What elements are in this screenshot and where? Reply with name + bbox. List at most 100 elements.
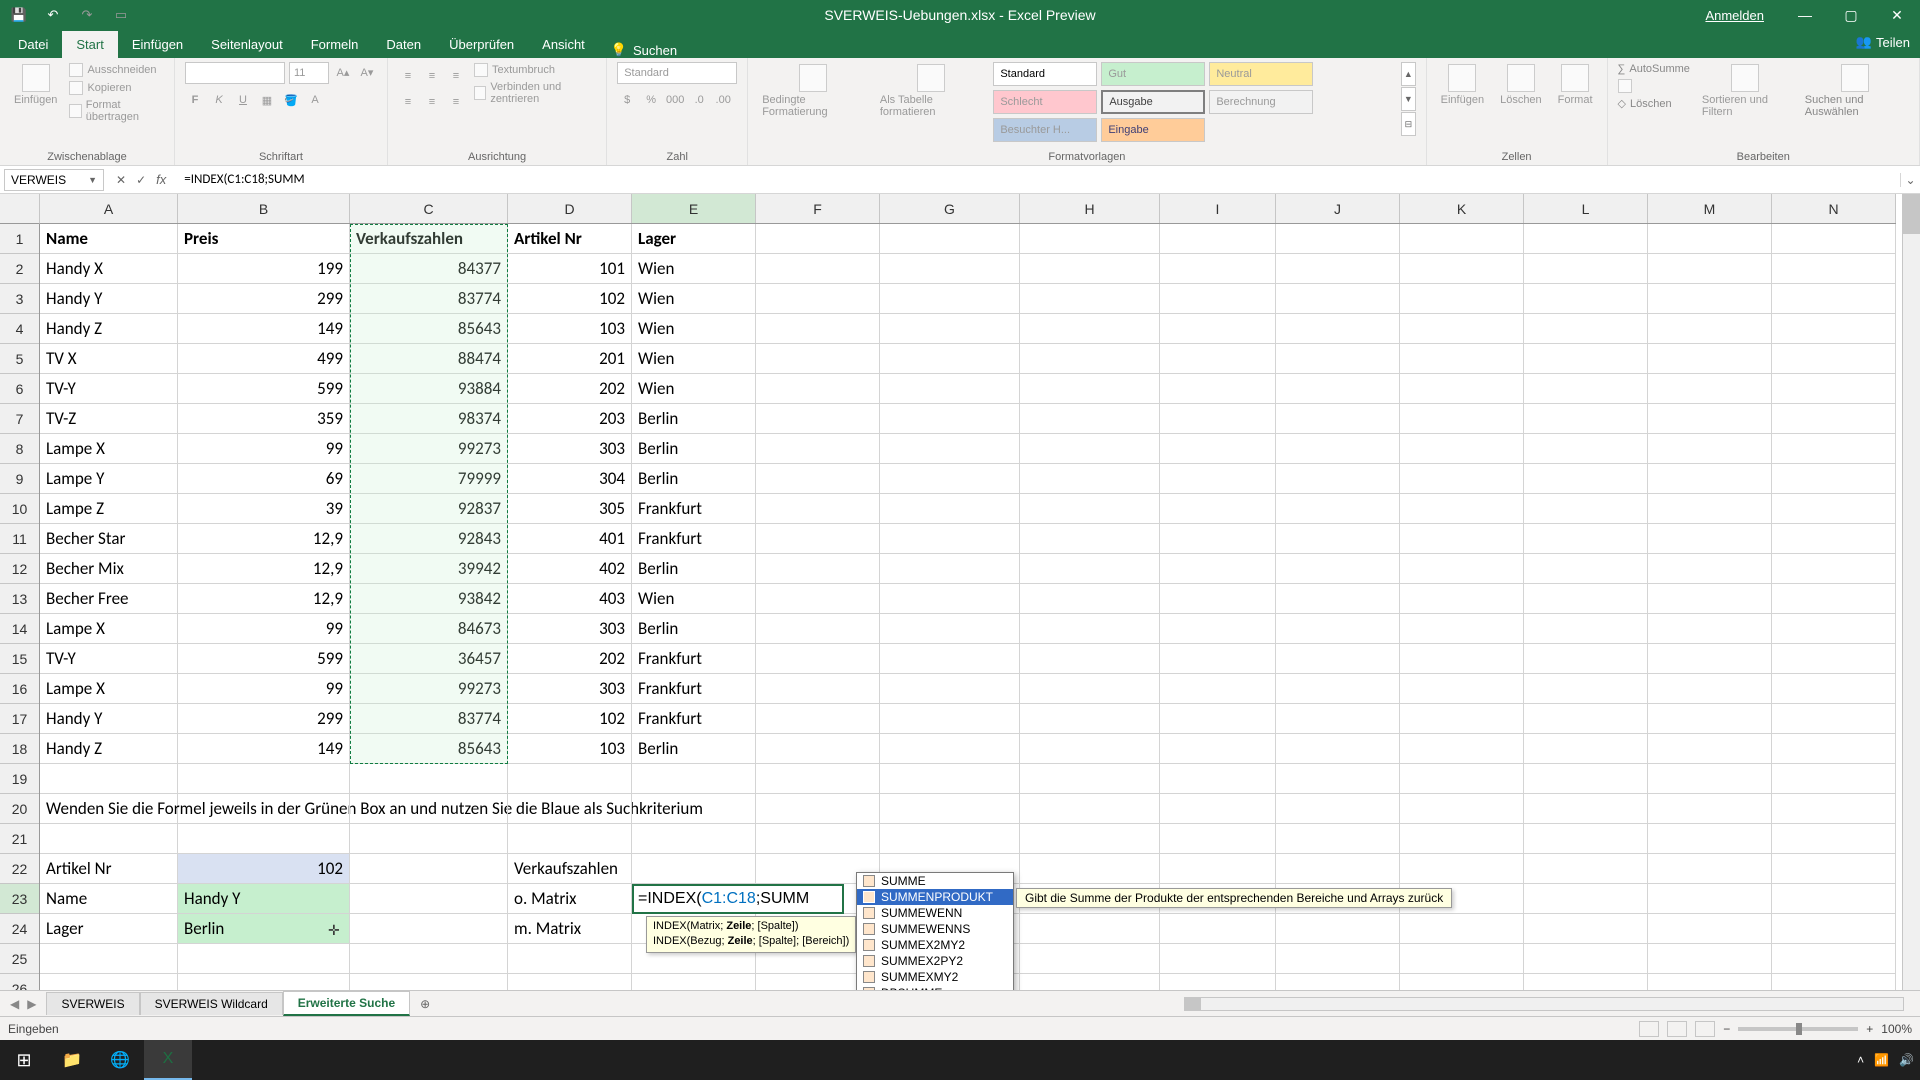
cell-C14[interactable]: 84673 <box>350 614 508 644</box>
cell-H8[interactable] <box>1020 434 1160 464</box>
taskbar-explorer[interactable]: 📁 <box>48 1040 96 1080</box>
cell-F8[interactable] <box>756 434 880 464</box>
cell-L17[interactable] <box>1524 704 1648 734</box>
cell-J14[interactable] <box>1276 614 1400 644</box>
cell-K6[interactable] <box>1400 374 1524 404</box>
cell-B7[interactable]: 359 <box>178 404 350 434</box>
cell-N9[interactable] <box>1772 464 1896 494</box>
cell-F15[interactable] <box>756 644 880 674</box>
cell-E5[interactable]: Wien <box>632 344 756 374</box>
percent-button[interactable]: % <box>641 90 661 110</box>
cell-E7[interactable]: Berlin <box>632 404 756 434</box>
cell-I4[interactable] <box>1160 314 1276 344</box>
cell-G6[interactable] <box>880 374 1020 404</box>
cell-H17[interactable] <box>1020 704 1160 734</box>
cell-L14[interactable] <box>1524 614 1648 644</box>
cell-E17[interactable]: Frankfurt <box>632 704 756 734</box>
cell-H24[interactable] <box>1020 914 1160 944</box>
cell-I15[interactable] <box>1160 644 1276 674</box>
cell-F21[interactable] <box>756 824 880 854</box>
accept-formula-button[interactable]: ✓ <box>136 173 146 187</box>
cell-M18[interactable] <box>1648 734 1772 764</box>
row-header-3[interactable]: 3 <box>0 284 39 314</box>
select-all-corner[interactable] <box>0 194 40 224</box>
cell-G11[interactable] <box>880 524 1020 554</box>
autocomplete-item[interactable]: SUMMEWENNS <box>857 921 1013 937</box>
cell-D2[interactable]: 101 <box>508 254 632 284</box>
sheet-nav-prev[interactable]: ◀ <box>10 997 19 1011</box>
cell-styles-gallery[interactable]: Standard Gut Neutral Schlecht Ausgabe Be… <box>993 62 1393 142</box>
delete-cells-button[interactable]: Löschen <box>1496 62 1546 108</box>
cell-H5[interactable] <box>1020 344 1160 374</box>
cell-F3[interactable] <box>756 284 880 314</box>
row-header-19[interactable]: 19 <box>0 764 39 794</box>
cell-M21[interactable] <box>1648 824 1772 854</box>
style-eingabe[interactable]: Eingabe <box>1101 118 1205 142</box>
cell-M2[interactable] <box>1648 254 1772 284</box>
cell-D15[interactable]: 202 <box>508 644 632 674</box>
zoom-level[interactable]: 100% <box>1881 1022 1912 1036</box>
cell-K1[interactable] <box>1400 224 1524 254</box>
cell-D5[interactable]: 201 <box>508 344 632 374</box>
cell-G10[interactable] <box>880 494 1020 524</box>
column-header-K[interactable]: K <box>1400 194 1524 223</box>
cell-D22[interactable]: Verkaufszahlen <box>508 854 632 884</box>
cell-E22[interactable] <box>632 854 756 884</box>
sort-filter-button[interactable]: Sortieren und Filtern <box>1698 62 1793 120</box>
cell-K10[interactable] <box>1400 494 1524 524</box>
cell-C15[interactable]: 36457 <box>350 644 508 674</box>
cell-B11[interactable]: 12,9 <box>178 524 350 554</box>
row-header-15[interactable]: 15 <box>0 644 39 674</box>
cell-B18[interactable]: 149 <box>178 734 350 764</box>
cell-J21[interactable] <box>1276 824 1400 854</box>
column-header-D[interactable]: D <box>508 194 632 223</box>
cell-A19[interactable] <box>40 764 178 794</box>
fx-icon[interactable]: fx <box>156 172 166 187</box>
align-center[interactable]: ≡ <box>422 92 442 112</box>
cell-B22[interactable]: 102 <box>178 854 350 884</box>
cell-I19[interactable] <box>1160 764 1276 794</box>
cell-J13[interactable] <box>1276 584 1400 614</box>
cell-H2[interactable] <box>1020 254 1160 284</box>
cell-I17[interactable] <box>1160 704 1276 734</box>
cell-F16[interactable] <box>756 674 880 704</box>
cell-D26[interactable] <box>508 974 632 990</box>
tab-formeln[interactable]: Formeln <box>297 31 373 58</box>
cell-C4[interactable]: 85643 <box>350 314 508 344</box>
cell-E19[interactable] <box>632 764 756 794</box>
cell-A8[interactable]: Lampe X <box>40 434 178 464</box>
cell-N26[interactable] <box>1772 974 1896 990</box>
style-neutral[interactable]: Neutral <box>1209 62 1313 86</box>
cell-I14[interactable] <box>1160 614 1276 644</box>
cell-D6[interactable]: 202 <box>508 374 632 404</box>
cell-A12[interactable]: Becher Mix <box>40 554 178 584</box>
cell-L26[interactable] <box>1524 974 1648 990</box>
cell-H21[interactable] <box>1020 824 1160 854</box>
cell-C8[interactable]: 99273 <box>350 434 508 464</box>
cell-A13[interactable]: Becher Free <box>40 584 178 614</box>
cell-G8[interactable] <box>880 434 1020 464</box>
cell-M26[interactable] <box>1648 974 1772 990</box>
cell-M12[interactable] <box>1648 554 1772 584</box>
cell-A9[interactable]: Lampe Y <box>40 464 178 494</box>
cell-L12[interactable] <box>1524 554 1648 584</box>
cell-A20[interactable]: Wenden Sie die Formel jeweils in der Grü… <box>40 794 178 824</box>
sheet-tab-erweiterte[interactable]: Erweiterte Suche <box>283 991 410 1016</box>
cell-L2[interactable] <box>1524 254 1648 284</box>
horizontal-scrollbar[interactable] <box>1184 997 1904 1011</box>
signin-link[interactable]: Anmelden <box>1687 8 1782 23</box>
cell-L22[interactable] <box>1524 854 1648 884</box>
cell-M16[interactable] <box>1648 674 1772 704</box>
cell-H9[interactable] <box>1020 464 1160 494</box>
cell-A15[interactable]: TV-Y <box>40 644 178 674</box>
cell-E10[interactable]: Frankfurt <box>632 494 756 524</box>
column-header-C[interactable]: C <box>350 194 508 223</box>
merge-center-button[interactable]: Verbinden und zentrieren <box>474 80 596 106</box>
taskbar-edge[interactable]: 🌐 <box>96 1040 144 1080</box>
cell-J16[interactable] <box>1276 674 1400 704</box>
style-ausgabe[interactable]: Ausgabe <box>1101 90 1205 114</box>
cell-N20[interactable] <box>1772 794 1896 824</box>
comma-button[interactable]: 000 <box>665 90 685 110</box>
row-header-16[interactable]: 16 <box>0 674 39 704</box>
cell-C20[interactable] <box>350 794 508 824</box>
